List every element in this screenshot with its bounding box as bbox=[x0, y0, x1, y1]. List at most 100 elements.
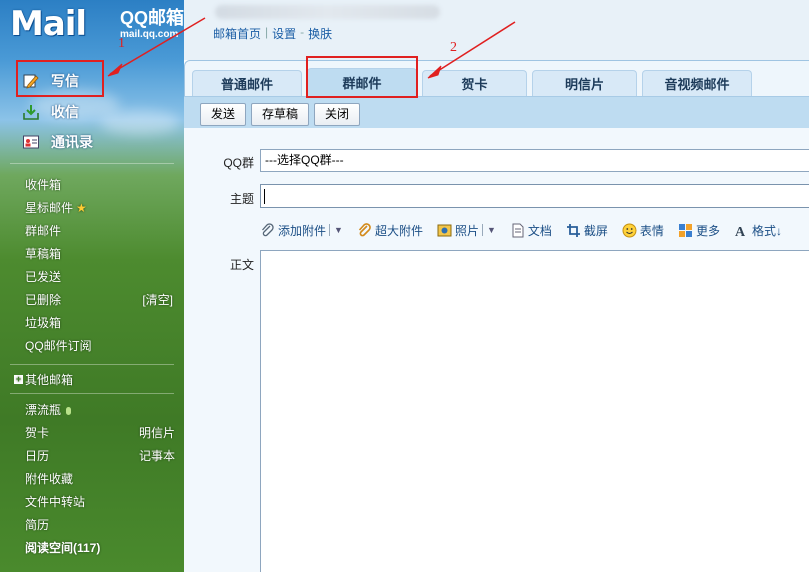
tab-av-mail[interactable]: 音视频邮件 bbox=[642, 70, 752, 96]
app-label: 阅读空间(117) bbox=[25, 541, 101, 555]
contacts-label: 通讯录 bbox=[51, 134, 93, 150]
close-button[interactable]: 关闭 bbox=[314, 103, 361, 126]
photo-button[interactable]: 照片 ▼ bbox=[437, 222, 496, 239]
app-label: 附件收藏 bbox=[25, 472, 74, 486]
annotation-number-1: 1 bbox=[118, 36, 125, 51]
folder-label: 草稿箱 bbox=[25, 247, 62, 261]
change-skin-link[interactable]: 换肤 bbox=[308, 25, 332, 42]
folder-label: QQ邮件订阅 bbox=[25, 339, 92, 353]
compose-form: QQ群 ---选择QQ群--- 主题 添加附件 ▼ 超大附件 照片 ▼ 文档 截… bbox=[184, 128, 809, 572]
emoji-label: 表情 bbox=[639, 223, 664, 238]
domain-text: mail.qq.com bbox=[120, 29, 179, 40]
more-button[interactable]: 更多 bbox=[678, 222, 720, 239]
app-calendar[interactable]: 日历 bbox=[25, 445, 49, 468]
more-grid-icon bbox=[678, 223, 693, 238]
top-links: 邮箱首页 | 设置 - 换肤 bbox=[213, 25, 332, 42]
logo-text: Mail bbox=[10, 4, 87, 44]
body-editor[interactable] bbox=[260, 250, 809, 572]
link-separator: - bbox=[300, 25, 305, 39]
svg-text:A: A bbox=[735, 225, 746, 238]
document-button[interactable]: 文档 bbox=[510, 222, 552, 239]
folder-starred[interactable]: 星标邮件 ★ bbox=[25, 197, 175, 220]
folder-sent[interactable]: 已发送 bbox=[25, 266, 175, 289]
expand-plus-icon: + bbox=[14, 373, 23, 384]
body-label: 正文 bbox=[229, 258, 254, 272]
app-label: 文件中转站 bbox=[25, 495, 86, 509]
more-label: 更多 bbox=[695, 223, 720, 238]
divider bbox=[10, 393, 174, 394]
screenshot-label: 截屏 bbox=[583, 223, 608, 238]
subject-label: 主题 bbox=[229, 192, 254, 206]
folder-inbox[interactable]: 收件箱 bbox=[25, 174, 175, 197]
folder-spam[interactable]: 垃圾箱 bbox=[25, 312, 175, 335]
main-panel: 普通邮件 群邮件 贺卡 明信片 音视频邮件 发送 存草稿 关闭 QQ群 ---选… bbox=[184, 60, 809, 572]
settings-link[interactable]: 设置 bbox=[272, 25, 296, 42]
annotation-number-2: 2 bbox=[450, 40, 457, 55]
mail-logo[interactable]: Mail bbox=[10, 4, 87, 44]
receive-mail-label: 收信 bbox=[51, 104, 79, 120]
app-postcard[interactable]: 明信片 bbox=[139, 422, 175, 445]
product-name: QQ邮箱 bbox=[120, 8, 184, 28]
chevron-down-icon[interactable]: ▼ bbox=[334, 225, 343, 235]
folder-group-mail[interactable]: 群邮件 bbox=[25, 220, 175, 243]
app-file-transfer[interactable]: 文件中转站 bbox=[25, 491, 175, 514]
empty-trash-link[interactable]: [清空] bbox=[142, 289, 173, 312]
compose-tabs: 普通邮件 群邮件 贺卡 明信片 音视频邮件 bbox=[192, 68, 752, 96]
screenshot-button[interactable]: 截屏 bbox=[566, 222, 608, 239]
send-button[interactable]: 发送 bbox=[200, 103, 247, 126]
folder-qq-subscription[interactable]: QQ邮件订阅 bbox=[25, 335, 175, 358]
tab-greeting-card[interactable]: 贺卡 bbox=[422, 70, 527, 96]
qq-group-select[interactable]: ---选择QQ群--- bbox=[260, 149, 809, 172]
app-reading-space[interactable]: 阅读空间(117) bbox=[25, 537, 175, 560]
contacts-button[interactable]: 通讯录 bbox=[22, 129, 172, 155]
divider bbox=[10, 364, 174, 365]
qq-group-label: QQ群 bbox=[223, 156, 254, 170]
app-drift-bottle[interactable]: 漂流瓶 bbox=[25, 399, 175, 422]
divider bbox=[329, 224, 331, 236]
bottle-icon bbox=[66, 406, 72, 415]
folder-drafts[interactable]: 草稿箱 bbox=[25, 243, 175, 266]
app-label: 漂流瓶 bbox=[25, 403, 62, 417]
compose-toolbar: 发送 存草稿 关闭 bbox=[200, 103, 361, 126]
large-attachment-button[interactable]: 超大附件 bbox=[357, 222, 423, 239]
format-label: 格式↓ bbox=[751, 223, 782, 238]
link-separator: | bbox=[265, 25, 269, 39]
apps-list: 漂流瓶 贺卡 明信片 日历 记事本 附件收藏 文件中转站 简历 阅读空间(117… bbox=[25, 399, 175, 560]
large-paperclip-icon bbox=[357, 222, 372, 238]
folder-label: 收件箱 bbox=[25, 178, 62, 192]
app-greeting-card[interactable]: 贺卡 bbox=[25, 422, 49, 445]
subject-input[interactable] bbox=[260, 184, 809, 208]
tab-postcard[interactable]: 明信片 bbox=[532, 70, 637, 96]
folder-label: 已发送 bbox=[25, 270, 62, 284]
app-notebook[interactable]: 记事本 bbox=[139, 445, 175, 468]
save-draft-button[interactable]: 存草稿 bbox=[251, 103, 310, 126]
app-attachment-favorites[interactable]: 附件收藏 bbox=[25, 468, 175, 491]
divider bbox=[10, 163, 174, 164]
add-attachment-label: 添加附件 bbox=[278, 223, 327, 238]
folder-label: 垃圾箱 bbox=[25, 316, 62, 330]
contacts-card-icon bbox=[22, 133, 40, 151]
other-mailboxes-toggle[interactable]: + 其他邮箱 bbox=[14, 370, 73, 388]
logo-subtitle: QQ邮箱 mail.qq.com bbox=[120, 7, 184, 40]
app-resume[interactable]: 简历 bbox=[25, 514, 175, 537]
add-attachment-button[interactable]: 添加附件 ▼ bbox=[260, 222, 343, 239]
document-label: 文档 bbox=[527, 223, 552, 238]
inbox-download-icon bbox=[22, 103, 40, 121]
app-row: 日历 记事本 bbox=[25, 445, 175, 468]
folder-deleted[interactable]: 已删除 [清空] bbox=[25, 289, 175, 312]
mailbox-home-link[interactable]: 邮箱首页 bbox=[213, 25, 261, 42]
app-label: 简历 bbox=[25, 518, 50, 532]
tab-normal-mail[interactable]: 普通邮件 bbox=[192, 70, 302, 96]
format-button[interactable]: A 格式↓ bbox=[734, 222, 782, 240]
chevron-down-icon[interactable]: ▼ bbox=[487, 225, 496, 235]
app-row: 贺卡 明信片 bbox=[25, 422, 175, 445]
other-mailboxes-label: 其他邮箱 bbox=[25, 372, 74, 387]
folder-label: 已删除 bbox=[25, 293, 62, 307]
emoji-button[interactable]: 表情 bbox=[622, 222, 664, 239]
folder-label: 群邮件 bbox=[25, 224, 62, 238]
attachment-toolbar: 添加附件 ▼ 超大附件 照片 ▼ 文档 截屏 表情 更多 A 格式↓ bbox=[260, 220, 796, 240]
paperclip-icon bbox=[260, 222, 275, 238]
divider bbox=[481, 224, 483, 236]
receive-mail-button[interactable]: 收信 bbox=[22, 99, 172, 125]
smiley-icon bbox=[622, 223, 637, 238]
